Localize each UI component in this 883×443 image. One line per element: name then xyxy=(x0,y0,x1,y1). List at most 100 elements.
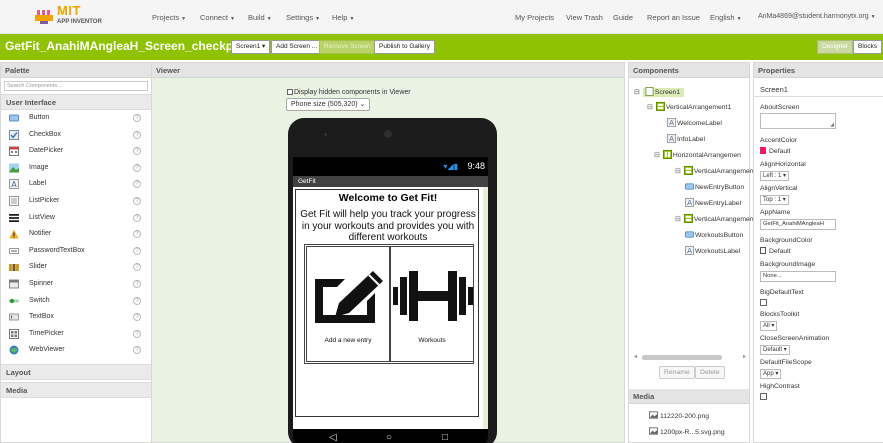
app-inventor-logo[interactable]: MIT APP INVENTOR xyxy=(34,3,120,31)
tree-item-workouts-label[interactable]: A WorkoutsLabel xyxy=(685,246,740,255)
screen-select-dropdown[interactable]: Screen1 ▾ xyxy=(231,40,271,54)
collapse-icon[interactable]: ⊟ xyxy=(647,103,654,111)
palette-search-input[interactable]: Search Components... xyxy=(4,81,148,91)
collapse-icon[interactable]: ⊟ xyxy=(634,88,641,96)
dumbbell-icon[interactable] xyxy=(393,271,473,321)
display-hidden-checkbox[interactable]: Display hidden components in Viewer xyxy=(287,89,411,96)
help-icon[interactable]: ? xyxy=(133,246,141,255)
info-label[interactable]: Get Fit will help you track your progres… xyxy=(298,209,478,243)
menu-connect[interactable]: Connect ▼ xyxy=(200,13,235,22)
align-horizontal-dropdown[interactable]: Left : 1 ▾ xyxy=(760,171,790,181)
publish-gallery-button[interactable]: Publish to Gallery xyxy=(374,40,435,54)
help-icon[interactable]: ? xyxy=(133,329,141,338)
palette-item-image[interactable]: Image ? xyxy=(1,160,151,177)
palette-item-switch[interactable]: Switch ? xyxy=(1,293,151,310)
palette-item-listview[interactable]: ListView ? xyxy=(1,210,151,227)
palette-item-listpicker[interactable]: ListPicker ? xyxy=(1,193,151,210)
tree-item-info-label[interactable]: A InfoLabel xyxy=(667,134,705,143)
scroll-left-icon[interactable]: ◂ xyxy=(634,353,637,360)
back-icon[interactable]: ◁ xyxy=(329,432,337,443)
about-screen-textarea[interactable]: ◢ xyxy=(760,113,836,129)
help-icon[interactable]: ? xyxy=(133,196,141,205)
menu-settings[interactable]: Settings ▼ xyxy=(286,13,320,22)
tree-item-vertical-arrangement-workouts[interactable]: ⊟ VerticalArrangemen xyxy=(675,214,754,223)
menu-build[interactable]: Build ▼ xyxy=(248,13,272,22)
checkbox-box[interactable] xyxy=(287,89,293,95)
high-contrast-checkbox[interactable] xyxy=(760,393,767,400)
collapse-icon[interactable]: ⊟ xyxy=(654,151,661,159)
align-vertical-dropdown[interactable]: Top : 1 ▾ xyxy=(760,195,789,205)
scrollbar-thumb[interactable] xyxy=(642,355,722,360)
collapse-icon[interactable]: ⊟ xyxy=(675,167,682,175)
tree-item-welcome-label[interactable]: A WelcomeLabel xyxy=(667,118,722,127)
media-item[interactable]: 112220-200.png xyxy=(649,411,709,420)
designer-button[interactable]: Designer xyxy=(817,40,854,54)
help-icon[interactable]: ? xyxy=(133,263,141,272)
accent-color-picker[interactable]: Default xyxy=(760,147,791,155)
menu-projects[interactable]: Projects ▼ xyxy=(152,13,186,22)
help-icon[interactable]: ? xyxy=(133,230,141,239)
background-color-picker[interactable]: Default xyxy=(760,247,791,255)
link-my-projects[interactable]: My Projects xyxy=(515,13,554,22)
palette-item-checkbox[interactable]: CheckBox ? xyxy=(1,127,151,144)
help-icon[interactable]: ? xyxy=(133,296,141,305)
category-user-interface[interactable]: User Interface xyxy=(1,94,151,110)
background-image-picker[interactable]: None... xyxy=(760,271,836,282)
category-layout[interactable]: Layout xyxy=(1,363,151,380)
phone-screen[interactable]: Welcome to Get Fit! Get Fit will help yo… xyxy=(293,187,488,429)
palette-item-datepicker[interactable]: DatePicker ? xyxy=(1,143,151,160)
delete-button[interactable]: Delete xyxy=(695,366,725,379)
tree-item-new-entry-label[interactable]: A NewEntryLabel xyxy=(685,198,741,207)
phone-size-select[interactable]: Phone size (505,320) ⌄ xyxy=(286,98,371,111)
vertical-arrangement-workouts[interactable]: Workouts xyxy=(390,246,474,362)
blocks-button[interactable]: Blocks xyxy=(853,40,883,54)
help-icon[interactable]: ? xyxy=(133,114,141,122)
close-screen-animation-dropdown[interactable]: Default ▾ xyxy=(760,345,790,355)
tree-item-new-entry-button[interactable]: NewEntryButton xyxy=(685,182,744,191)
palette-item-spinner[interactable]: Spinner ? xyxy=(1,276,151,293)
palette-item-webviewer[interactable]: WebViewer ? xyxy=(1,342,151,359)
media-item[interactable]: 1200px-R...5.svg.png xyxy=(649,427,725,436)
resize-handle-icon[interactable]: ◢ xyxy=(830,122,834,128)
home-icon[interactable]: ○ xyxy=(386,432,392,443)
help-icon[interactable]: ? xyxy=(133,147,141,156)
tree-item-vertical-arrangement-1[interactable]: ⊟ VerticalArrangement1 xyxy=(647,102,731,111)
welcome-label[interactable]: Welcome to Get Fit! xyxy=(296,192,478,204)
horizontal-arrangement[interactable]: Add a new entry Workouts xyxy=(304,244,474,364)
tree-item-workouts-button[interactable]: WorkoutsButton xyxy=(685,230,743,239)
help-icon[interactable]: ? xyxy=(133,213,141,222)
help-icon[interactable]: ? xyxy=(133,313,141,322)
palette-item-textbox[interactable]: TextBox ? xyxy=(1,309,151,326)
category-media[interactable]: Media xyxy=(1,381,151,398)
scroll-right-icon[interactable]: ▸ xyxy=(743,353,746,360)
palette-item-slider[interactable]: Slider ? xyxy=(1,259,151,276)
blocks-toolkit-dropdown[interactable]: All ▾ xyxy=(760,321,778,331)
link-view-trash[interactable]: View Trash xyxy=(566,13,603,22)
palette-item-button[interactable]: Button ? xyxy=(1,110,151,127)
help-icon[interactable]: ? xyxy=(133,180,141,189)
vertical-arrangement-1[interactable]: Welcome to Get Fit! Get Fit will help yo… xyxy=(295,189,479,417)
palette-item-label[interactable]: A Label ? xyxy=(1,176,151,193)
palette-item-timepicker[interactable]: TimePicker ? xyxy=(1,326,151,343)
help-icon[interactable]: ? xyxy=(133,279,141,288)
vertical-arrangement-new-entry[interactable]: Add a new entry xyxy=(306,246,390,362)
big-default-text-checkbox[interactable] xyxy=(760,299,767,306)
link-report-issue[interactable]: Report an Issue xyxy=(647,13,700,22)
help-icon[interactable]: ? xyxy=(133,130,141,139)
help-icon[interactable]: ? xyxy=(133,346,141,355)
recent-apps-icon[interactable]: □ xyxy=(442,432,448,443)
components-horizontal-scrollbar[interactable]: ◂ ▸ xyxy=(634,353,748,361)
tree-item-vertical-arrangement-new-entry[interactable]: ⊟ VerticalArrangemen xyxy=(675,166,754,175)
edit-icon[interactable] xyxy=(311,269,385,325)
menu-help[interactable]: Help ▼ xyxy=(332,13,354,22)
link-guide[interactable]: Guide xyxy=(613,13,633,22)
menu-language[interactable]: English ▼ xyxy=(710,13,742,22)
default-file-scope-dropdown[interactable]: App ▾ xyxy=(760,369,782,379)
palette-item-notifier[interactable]: Notifier ? xyxy=(1,226,151,243)
collapse-icon[interactable]: ⊟ xyxy=(675,215,682,223)
help-icon[interactable]: ? xyxy=(133,163,141,172)
menu-account[interactable]: AnMa4869@student.harmonytx.org ▼ xyxy=(758,13,876,20)
remove-screen-button[interactable]: Remove Screen xyxy=(319,40,376,54)
tree-item-horizontal-arrangement[interactable]: ⊟ HorizontalArrangemen xyxy=(654,150,741,159)
rename-button[interactable]: Rename xyxy=(659,366,695,379)
